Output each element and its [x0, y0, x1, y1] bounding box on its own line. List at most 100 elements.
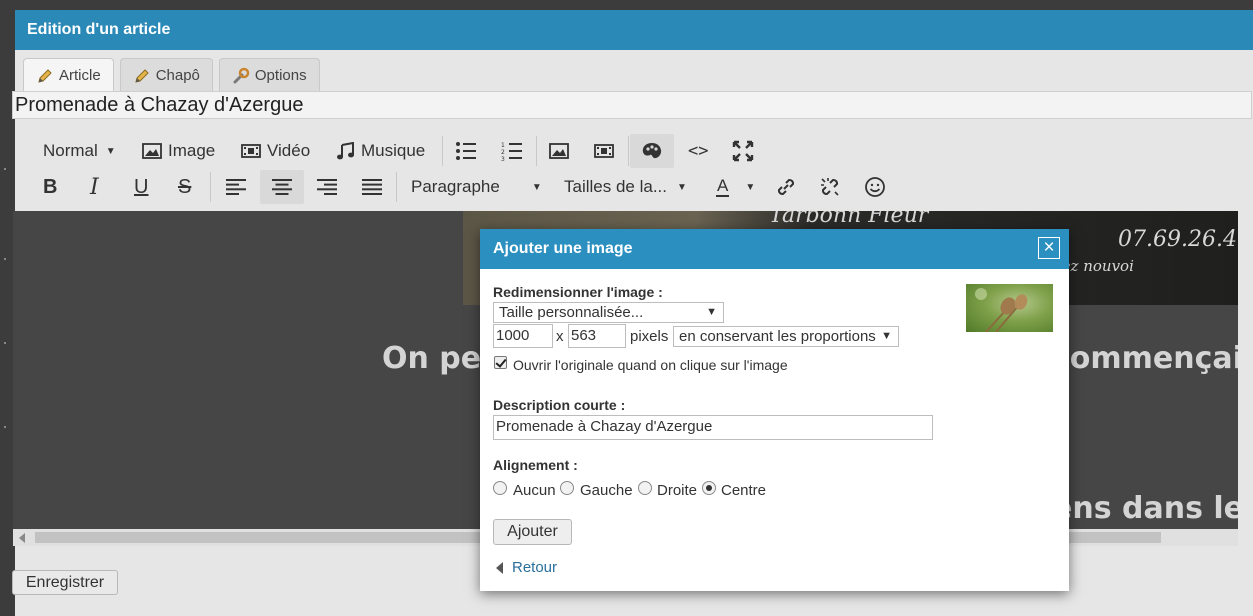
resize-select[interactable]: Taille personnalisée... ▼ [493, 302, 724, 323]
format-dropdown[interactable]: Normal ▼ [30, 134, 116, 168]
underline-icon: U [134, 175, 149, 198]
code-icon: <> [688, 141, 709, 161]
open-original-checkbox[interactable] [494, 356, 507, 369]
numbered-list-icon: 123 [501, 142, 522, 161]
align-right-radio[interactable] [638, 481, 652, 495]
description-input[interactable]: Promenade à Chazay d'Azergue [493, 415, 933, 440]
paragraph-dropdown[interactable]: Paragraphe ▼ [411, 170, 542, 204]
align-right-button[interactable] [317, 170, 337, 204]
palette-icon [642, 143, 662, 159]
film-icon [241, 144, 261, 158]
insert-music-button[interactable]: Musique [335, 134, 425, 168]
editor-text: On pe [382, 341, 482, 376]
align-center-label: Centre [721, 482, 767, 499]
resize-label: Redimensionner l'image : [493, 284, 663, 300]
align-center-button[interactable] [260, 170, 304, 204]
chevron-down-icon: ▼ [706, 306, 717, 318]
svg-text:2: 2 [501, 149, 505, 156]
style-palette-button[interactable] [630, 134, 674, 168]
align-center-radio[interactable] [702, 481, 716, 495]
save-button[interactable]: Enregistrer [12, 570, 118, 595]
italic-icon: I [90, 174, 99, 200]
fullscreen-button[interactable] [732, 134, 754, 168]
align-left-button[interactable] [226, 170, 246, 204]
insert-video-button[interactable]: Vidéo [241, 134, 310, 168]
back-link[interactable]: Retour [494, 559, 557, 576]
align-left-icon [226, 179, 246, 195]
scroll-left-arrow-icon[interactable] [19, 533, 25, 543]
side-dot [4, 168, 6, 170]
strikethrough-button[interactable]: S [178, 170, 191, 204]
font-color-button[interactable]: A ▼ [716, 170, 755, 204]
tab-label: Chapô [155, 67, 200, 84]
toolbar-separator [442, 136, 443, 166]
close-icon[interactable]: × [1038, 237, 1060, 259]
side-dot [4, 258, 6, 260]
tab-options[interactable]: Options [218, 58, 320, 92]
dimension-separator: x [556, 328, 564, 345]
toolbar-separator [536, 136, 537, 166]
image-icon [549, 143, 569, 159]
wrench-icon [233, 67, 250, 83]
width-input[interactable]: 1000 [493, 324, 553, 348]
back-link-label: Retour [512, 559, 558, 576]
align-none-radio[interactable] [493, 481, 507, 495]
link-icon [777, 178, 795, 196]
remove-link-button[interactable] [819, 170, 841, 204]
film-icon [594, 144, 614, 158]
strikethrough-icon: S [178, 175, 192, 198]
italic-button[interactable]: I [90, 170, 99, 204]
bullet-list-button[interactable] [455, 134, 477, 168]
tab-label: Options [254, 67, 307, 84]
align-justify-button[interactable] [362, 170, 382, 204]
tab-article[interactable]: Article [23, 58, 114, 92]
font-size-label: Tailles de la... [564, 177, 667, 196]
align-justify-icon [362, 179, 382, 195]
insert-link-button[interactable] [775, 170, 797, 204]
tab-chapo[interactable]: Chapô [119, 58, 213, 92]
chevron-down-icon: ▼ [881, 330, 892, 342]
bullet-list-icon [456, 142, 476, 160]
chevron-down-icon: ▼ [745, 181, 756, 193]
window-title: Edition d'un article [15, 10, 1253, 50]
font-size-dropdown[interactable]: Tailles de la... ▼ [564, 170, 687, 204]
unlink-icon [821, 178, 839, 196]
underline-button[interactable]: U [134, 170, 148, 204]
smiley-icon [865, 177, 885, 197]
insert-image-button[interactable]: Image [142, 134, 215, 168]
numbered-list-button[interactable]: 123 [501, 134, 523, 168]
image-icon [142, 143, 162, 159]
video-properties-button[interactable] [594, 134, 614, 168]
proportions-select[interactable]: en conservant les proportions ▼ [673, 326, 899, 347]
proportions-select-value: en conservant les proportions [679, 328, 876, 345]
align-right-label: Droite [657, 482, 698, 499]
height-input[interactable]: 563 [568, 324, 626, 348]
toolbar-separator [628, 136, 629, 166]
editor-toolbar: Normal ▼ Image Vidéo Musique 123 <> B I … [12, 134, 1238, 214]
resize-select-value: Taille personnalisée... [499, 304, 644, 321]
image-properties-button[interactable] [549, 134, 569, 168]
side-dot [4, 342, 6, 344]
article-title-input[interactable] [12, 91, 1252, 119]
font-color-icon: A [716, 176, 730, 197]
image-label: Image [168, 141, 216, 160]
pixels-label: pixels [630, 328, 669, 345]
bold-button[interactable]: B [43, 170, 57, 204]
description-label: Description courte : [493, 397, 626, 413]
align-left-label: Gauche [580, 482, 633, 499]
align-right-icon [317, 179, 337, 195]
align-left-radio[interactable] [560, 481, 574, 495]
music-label: Musique [361, 141, 426, 160]
source-code-button[interactable]: <> [688, 134, 708, 168]
paragraph-label: Paragraphe [411, 177, 500, 196]
toolbar-separator [396, 172, 397, 202]
add-image-dialog: Ajouter une image × Redimensionner l'ima… [480, 229, 1069, 591]
chevron-down-icon: ▼ [677, 181, 687, 193]
tab-label: Article [59, 67, 101, 84]
video-label: Vidéo [267, 141, 311, 160]
chevron-down-icon: ▼ [531, 181, 542, 193]
emoji-button[interactable] [864, 170, 886, 204]
svg-text:1: 1 [501, 142, 505, 149]
tab-bar: Article Chapô Options [23, 58, 326, 92]
add-button[interactable]: Ajouter [493, 519, 572, 545]
